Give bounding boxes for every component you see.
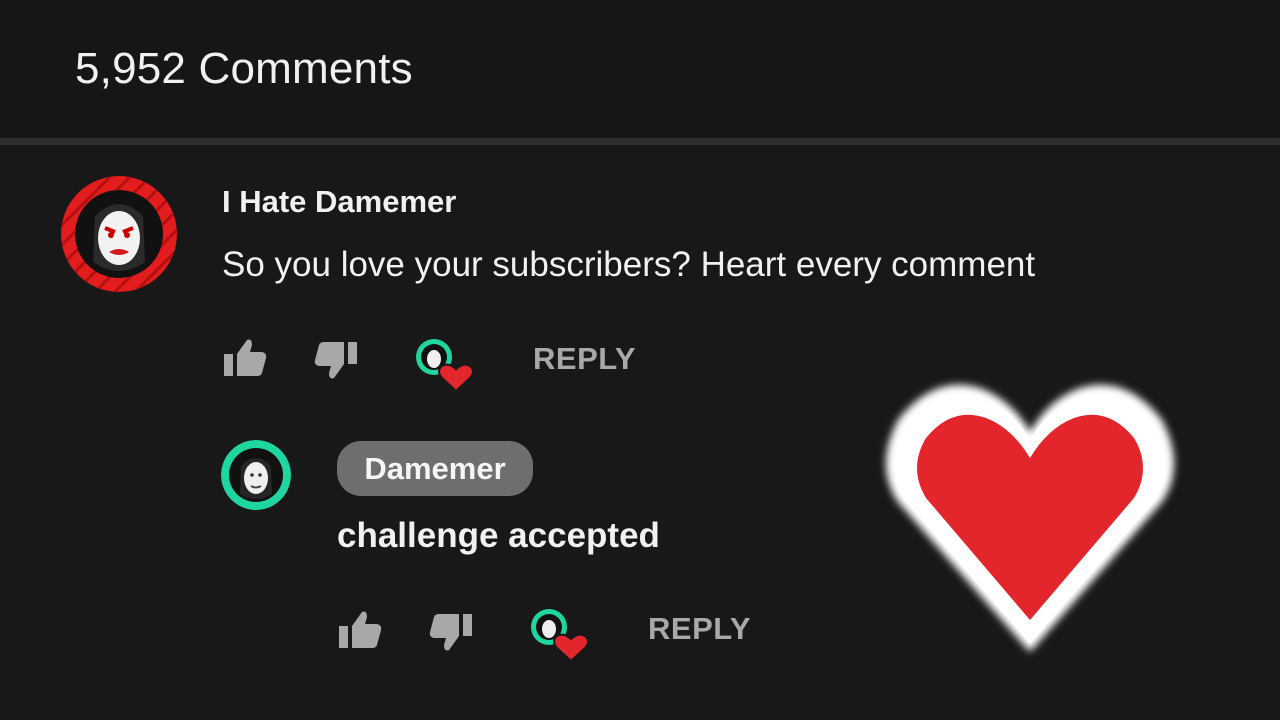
comment-count-title: 5,952 Comments — [75, 44, 413, 93]
reply-dislike-button[interactable] — [428, 610, 474, 654]
reply-button[interactable]: REPLY — [533, 341, 636, 377]
comment-author[interactable]: I Hate Damemer — [222, 184, 456, 220]
header-divider — [0, 138, 1280, 145]
commenter-avatar[interactable] — [61, 176, 177, 292]
comment-text: So you love your subscribers? Heart ever… — [222, 245, 1036, 284]
dislike-button[interactable] — [313, 338, 359, 382]
thumbs-up-icon — [224, 339, 267, 376]
creator-heart-badge — [414, 336, 476, 394]
reply-like-button[interactable] — [337, 608, 383, 652]
reply-reply-button[interactable]: REPLY — [648, 611, 751, 647]
heart-icon — [886, 384, 1174, 652]
reply-creator-heart-badge — [529, 606, 591, 664]
like-button[interactable] — [222, 336, 268, 380]
angry-face-avatar-icon — [61, 176, 177, 292]
creator-heart-icon — [531, 609, 589, 663]
thumbs-down-icon — [429, 614, 472, 651]
comments-page: 5,952 Comments I Hate Damemer So you lov… — [0, 0, 1280, 720]
reply-text: challenge accepted — [337, 516, 660, 555]
big-heart-overlay — [876, 374, 1184, 664]
creator-face-avatar-icon — [221, 440, 291, 510]
comments-header: 5,952 Comments — [0, 0, 1280, 138]
creator-heart-icon — [416, 339, 474, 393]
thumbs-up-icon — [339, 611, 382, 648]
thumbs-down-icon — [314, 342, 357, 379]
creator-author-badge[interactable]: Damemer — [337, 441, 533, 496]
reply-avatar[interactable] — [221, 440, 291, 510]
